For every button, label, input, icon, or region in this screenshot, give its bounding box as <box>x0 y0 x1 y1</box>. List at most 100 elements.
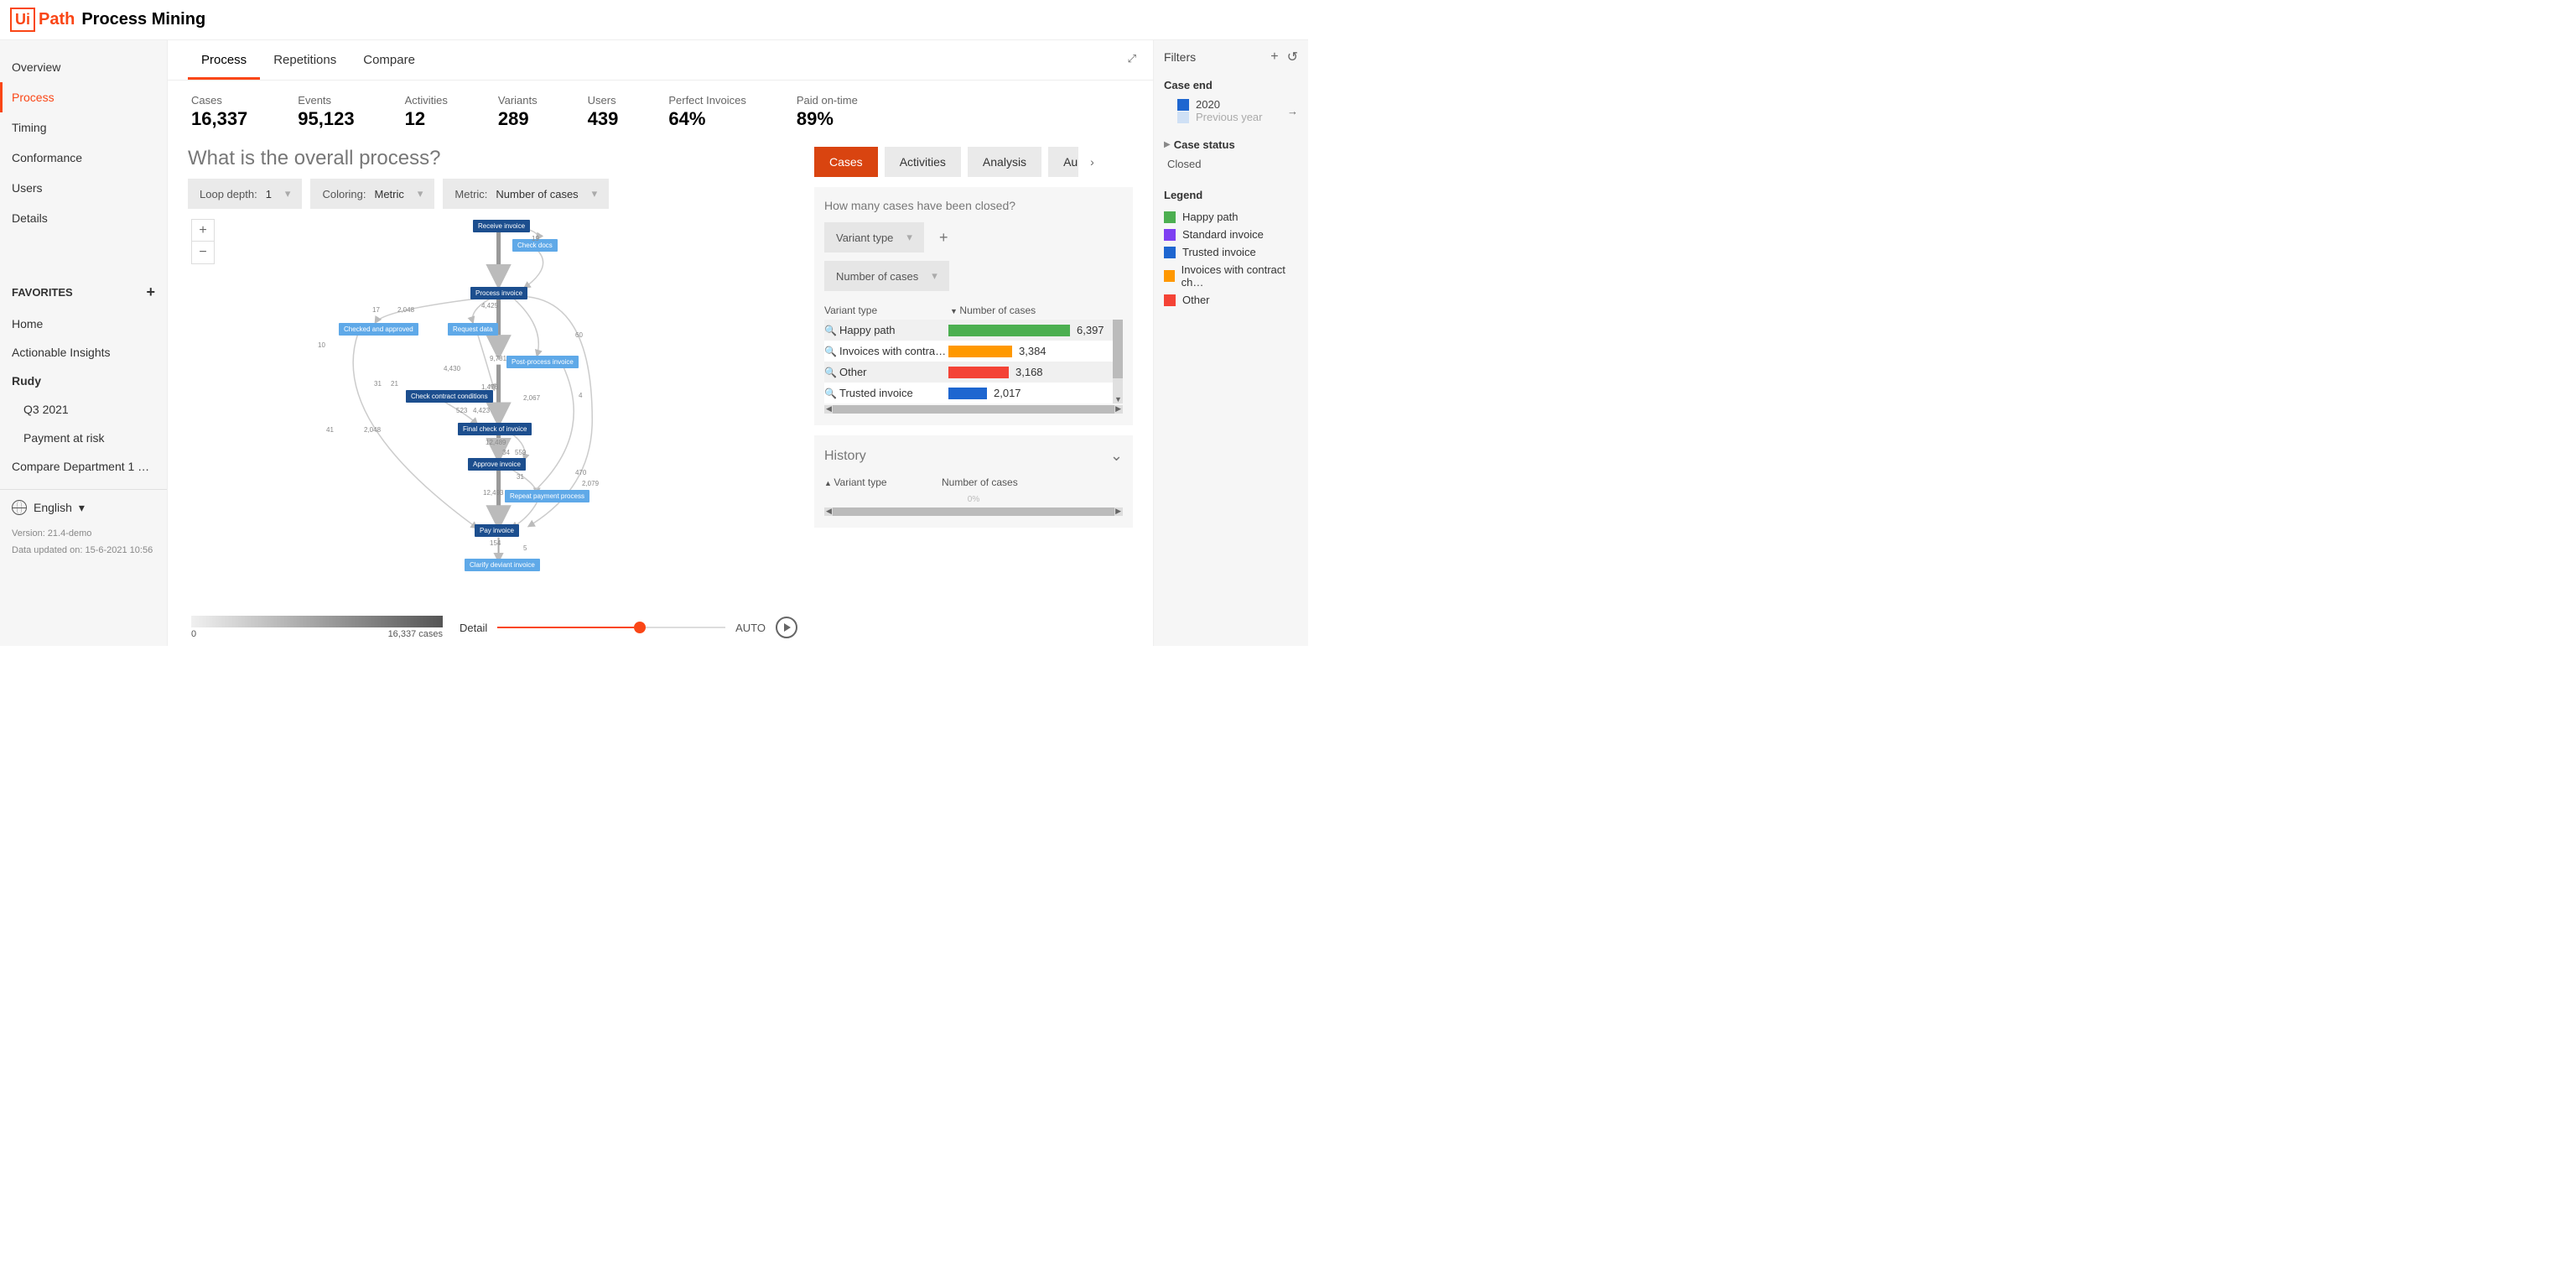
graph-node-final[interactable]: Final check of invoice <box>458 423 532 435</box>
detail-slider[interactable] <box>497 627 725 628</box>
tab-repetitions[interactable]: Repetitions <box>260 41 350 80</box>
subtabs-next-icon[interactable]: › <box>1085 148 1099 175</box>
square-icon <box>1177 99 1189 111</box>
auto-label: AUTO <box>735 622 766 634</box>
sidebar-item-details[interactable]: Details <box>0 203 167 233</box>
edge-count: 12,493 <box>483 489 503 497</box>
year-previous[interactable]: Previous year <box>1164 111 1287 123</box>
subtab-au[interactable]: Au <box>1048 147 1078 177</box>
graph-node-postproc[interactable]: Post-process invoice <box>506 356 579 368</box>
favorite-item[interactable]: Rudy <box>0 367 167 395</box>
cases-table-body: 🔍Happy path6,397🔍Invoices with contra…3,… <box>824 320 1113 403</box>
square-icon <box>1164 294 1176 306</box>
coloring-select[interactable]: Coloring: Metric ▾ <box>310 179 434 209</box>
graph-node-request[interactable]: Request data <box>448 323 498 336</box>
subtabs: CasesActivitiesAnalysisAu › <box>814 147 1133 177</box>
chevron-down-icon: ▾ <box>79 501 85 515</box>
tab-compare[interactable]: Compare <box>350 41 428 80</box>
graph-node-process[interactable]: Process invoice <box>470 287 527 299</box>
cases-hscroll[interactable]: ◀ ▶ <box>824 405 1123 414</box>
history-hscroll[interactable]: ◀ ▶ <box>824 507 1123 516</box>
favorites-title: FAVORITES <box>12 286 73 299</box>
edge-count: 31 <box>517 473 524 481</box>
edge-count: 34 <box>502 449 510 456</box>
sidebar-item-timing[interactable]: Timing <box>0 112 167 143</box>
app-logo: Ui Path Process Mining <box>10 8 205 32</box>
magnifier-icon[interactable]: 🔍 <box>824 367 839 378</box>
edge-count: 559 <box>515 449 526 456</box>
graph-node-checked[interactable]: Checked and approved <box>339 323 418 336</box>
hist-col-variant[interactable]: Variant type <box>824 476 942 488</box>
square-icon <box>1164 211 1176 223</box>
arrow-right-icon[interactable]: → <box>1287 105 1298 117</box>
add-favorite-icon[interactable]: + <box>146 284 155 301</box>
favorite-item[interactable]: Home <box>0 310 167 338</box>
process-graph[interactable]: + − <box>188 216 801 602</box>
sidebar-item-overview[interactable]: Overview <box>0 52 167 82</box>
magnifier-icon[interactable]: 🔍 <box>824 388 839 399</box>
subtab-activities[interactable]: Activities <box>885 147 961 177</box>
kpi-variants: Variants289 <box>498 94 538 130</box>
favorite-item[interactable]: Q3 2021 <box>0 395 167 424</box>
edge-count: 4,425 <box>481 302 498 310</box>
edge-count: 2,067 <box>523 394 540 402</box>
kpi-cases: Cases16,337 <box>191 94 247 130</box>
graph-node-repeat[interactable]: Repeat payment process <box>505 490 589 502</box>
col-number-of-cases[interactable]: Number of cases <box>950 304 1123 316</box>
square-icon <box>1164 229 1176 241</box>
edge-count: 21 <box>391 380 398 388</box>
sidebar-item-users[interactable]: Users <box>0 173 167 203</box>
subtab-analysis[interactable]: Analysis <box>968 147 1041 177</box>
year-current[interactable]: 2020 <box>1164 98 1287 111</box>
hist-col-count[interactable]: Number of cases <box>942 476 1123 488</box>
favorite-item[interactable]: Actionable Insights <box>0 338 167 367</box>
graph-footer: 0 16,337 cases Detail AUTO <box>188 602 801 646</box>
cases-table-row[interactable]: 🔍Invoices with contra…3,384 <box>824 341 1113 362</box>
legend-list: Happy pathStandard invoiceTrusted invoic… <box>1164 208 1298 309</box>
edge-count: 12,489 <box>486 439 506 446</box>
legend-item[interactable]: Invoices with contract ch… <box>1164 261 1298 291</box>
case-status-section[interactable]: ▶ Case status <box>1164 138 1298 151</box>
magnifier-icon[interactable]: 🔍 <box>824 325 839 336</box>
cases-table-row[interactable]: 🔍Happy path6,397 <box>824 320 1113 341</box>
fullscreen-icon[interactable]: ⤢ <box>1128 52 1136 65</box>
kpi-activities: Activities12 <box>405 94 448 130</box>
history-toggle[interactable]: History ⌄ <box>824 447 1123 465</box>
favorite-item[interactable]: Compare Department 1 … <box>0 452 167 481</box>
cases-table-row[interactable]: 🔍Trusted invoice2,017 <box>824 383 1113 403</box>
graph-node-contract[interactable]: Check contract conditions <box>406 390 493 403</box>
graph-node-clarify[interactable]: Clarify deviant invoice <box>465 559 540 571</box>
tab-process[interactable]: Process <box>188 41 260 80</box>
logo-path: Path <box>39 10 75 29</box>
graph-node-pay[interactable]: Pay invoice <box>475 524 519 537</box>
kpi-row: Cases16,337Events95,123Activities12Varia… <box>168 81 1153 137</box>
legend-item[interactable]: Trusted invoice <box>1164 243 1298 261</box>
magnifier-icon[interactable]: 🔍 <box>824 346 839 357</box>
col-variant-type[interactable]: Variant type <box>824 304 950 316</box>
favorite-item[interactable]: Payment at risk <box>0 424 167 452</box>
edge-count: 523 <box>456 407 467 414</box>
language-selector[interactable]: English ▾ <box>0 489 167 525</box>
edge-count: 2,048 <box>364 426 381 434</box>
metric-select[interactable]: Metric: Number of cases ▾ <box>443 179 609 209</box>
cases-table-row[interactable]: 🔍Other3,168 <box>824 362 1113 383</box>
loop-depth-select[interactable]: Loop depth: 1 ▾ <box>188 179 302 209</box>
play-button[interactable] <box>776 617 797 638</box>
cases-scrollbar[interactable]: ▼ <box>1113 320 1123 403</box>
variant-type-select[interactable]: Variant type ▾ <box>824 222 924 252</box>
graph-node-approve[interactable]: Approve invoice <box>468 458 526 471</box>
legend-item[interactable]: Happy path <box>1164 208 1298 226</box>
reset-filters-icon[interactable]: ↺ <box>1287 49 1298 65</box>
graph-controls: Loop depth: 1 ▾ Coloring: Metric ▾ Metri… <box>188 179 801 209</box>
edge-count: 2,048 <box>397 306 414 314</box>
legend-item[interactable]: Other <box>1164 291 1298 309</box>
sidebar-item-conformance[interactable]: Conformance <box>0 143 167 173</box>
add-dimension-button[interactable]: + <box>931 224 957 252</box>
metric-select-cases[interactable]: Number of cases ▾ <box>824 261 949 291</box>
add-filter-icon[interactable]: + <box>1270 49 1278 65</box>
edge-count: 2,079 <box>582 480 599 487</box>
sidebar-item-process[interactable]: Process <box>0 82 167 112</box>
subtab-cases[interactable]: Cases <box>814 147 878 177</box>
legend-item[interactable]: Standard invoice <box>1164 226 1298 243</box>
graph-node-receive[interactable]: Receive invoice <box>473 220 530 232</box>
